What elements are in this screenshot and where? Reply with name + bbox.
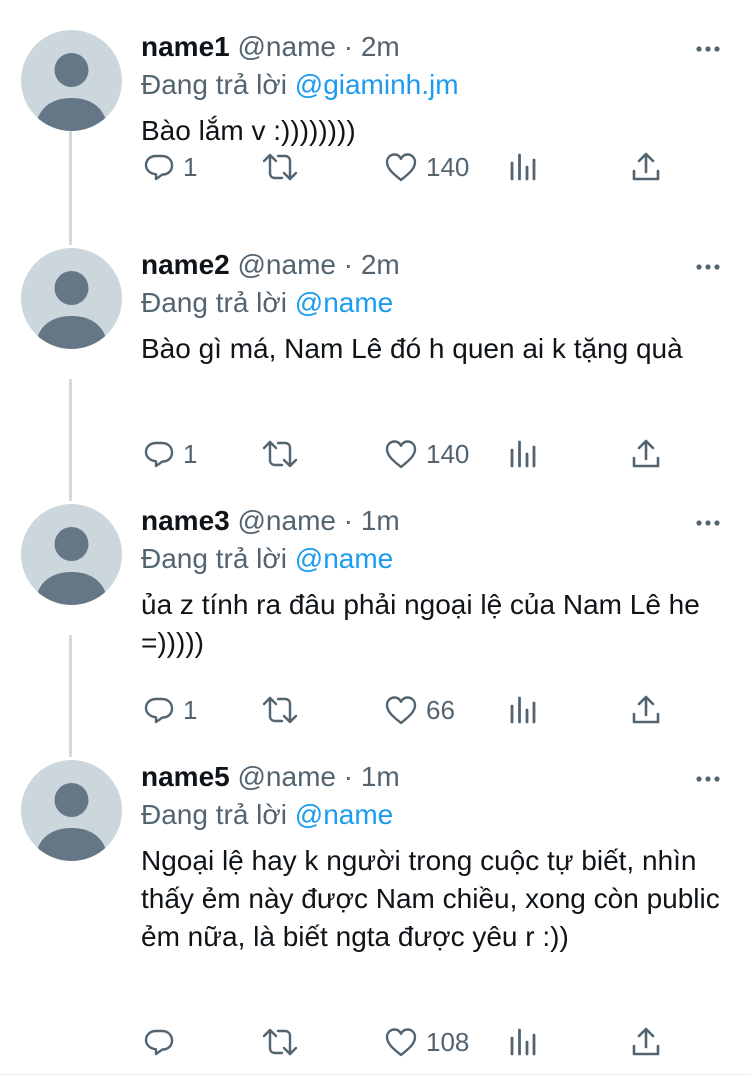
like-button[interactable]: 140	[384, 147, 469, 187]
tweet-header: name3 @name · 1m	[141, 504, 730, 540]
reply-count: 1	[183, 438, 198, 469]
like-icon	[385, 153, 417, 182]
tweet-actions: 1 66	[141, 690, 730, 730]
tweet-header: name5 @name · 1m	[141, 760, 730, 796]
tweet-actions: 1 140	[141, 147, 730, 187]
more-icon[interactable]	[696, 520, 720, 526]
reply-button[interactable]: 1	[143, 690, 197, 730]
like-icon	[385, 440, 417, 469]
retweet-icon	[262, 153, 298, 181]
like-button[interactable]: 140	[384, 434, 469, 474]
reply-context: Đang trả lời @name	[141, 286, 730, 320]
analytics-button[interactable]	[509, 434, 537, 474]
analytics-icon	[510, 153, 536, 181]
user-handle[interactable]: @name	[238, 761, 336, 792]
reply-prefix: Đang trả lời	[141, 69, 287, 100]
reply-to-link[interactable]: @name	[295, 287, 393, 318]
retweet-icon	[262, 1028, 298, 1056]
user-handle[interactable]: @name	[238, 31, 336, 62]
separator-dot: ·	[343, 31, 354, 62]
reply-prefix: Đang trả lời	[141, 799, 287, 830]
separator-dot: ·	[343, 505, 354, 536]
timestamp[interactable]: 1m	[361, 761, 400, 792]
reply-icon	[144, 1029, 174, 1056]
reply-count: 1	[183, 151, 198, 182]
display-name[interactable]: name1	[141, 31, 230, 62]
reply-to-link[interactable]: @name	[295, 543, 393, 574]
reply-button[interactable]: 1	[143, 147, 197, 187]
like-count: 140	[426, 151, 470, 182]
share-button[interactable]	[631, 1022, 661, 1062]
like-icon	[385, 696, 417, 725]
display-name[interactable]: name3	[141, 505, 230, 536]
tweet-header: name2 @name · 2m	[141, 248, 730, 284]
retweet-button[interactable]	[261, 1022, 307, 1062]
avatar[interactable]	[21, 760, 122, 861]
tweet-text: Bào gì má, Nam Lê đó h quen ai k tặng qu…	[141, 333, 683, 364]
user-handle[interactable]: @name	[238, 249, 336, 280]
like-count: 108	[426, 1026, 470, 1057]
share-icon	[632, 1027, 660, 1056]
share-button[interactable]	[631, 147, 661, 187]
reply-icon	[144, 441, 174, 468]
analytics-icon	[510, 696, 536, 724]
avatar[interactable]	[21, 248, 122, 349]
reply-prefix: Đang trả lời	[141, 543, 287, 574]
reply-button[interactable]	[143, 1022, 183, 1062]
share-icon	[632, 439, 660, 468]
separator-dot: ·	[343, 761, 354, 792]
more-icon[interactable]	[696, 776, 720, 782]
more-icon[interactable]	[696, 264, 720, 270]
avatar[interactable]	[21, 504, 122, 605]
reply-to-link[interactable]: @name	[295, 799, 393, 830]
tweet-actions: 1 140	[141, 434, 730, 474]
more-icon[interactable]	[696, 46, 720, 52]
reply-button[interactable]: 1	[143, 434, 197, 474]
reply-to-link[interactable]: @giaminh.jm	[295, 69, 459, 100]
like-count: 66	[426, 694, 455, 725]
share-icon	[632, 695, 660, 724]
user-handle[interactable]: @name	[238, 505, 336, 536]
retweet-icon	[262, 440, 298, 468]
analytics-button[interactable]	[509, 147, 537, 187]
reply-context: Đang trả lời @name	[141, 798, 730, 832]
display-name[interactable]: name2	[141, 249, 230, 280]
tweet[interactable]: name1 @name · 2m Đang trả lời @giaminh.j…	[0, 30, 750, 240]
tweet-header: name1 @name · 2m	[141, 30, 730, 66]
like-count: 140	[426, 438, 470, 469]
like-button[interactable]: 66	[384, 690, 455, 730]
like-icon	[385, 1028, 417, 1057]
tweet-text: ủa z tính ra đâu phải ngoại lệ của Nam L…	[141, 589, 700, 658]
bottom-divider	[0, 1074, 750, 1075]
reply-icon	[144, 154, 174, 181]
reply-icon	[144, 697, 174, 724]
separator-dot: ·	[343, 249, 354, 280]
analytics-button[interactable]	[509, 690, 537, 730]
analytics-button[interactable]	[509, 1022, 537, 1062]
timestamp[interactable]: 1m	[361, 505, 400, 536]
retweet-icon	[262, 696, 298, 724]
timestamp[interactable]: 2m	[361, 249, 400, 280]
share-button[interactable]	[631, 690, 661, 730]
tweet-text: Ngoại lệ hay k người trong cuộc tự biết,…	[141, 845, 720, 952]
reply-context: Đang trả lời @name	[141, 542, 730, 576]
share-button[interactable]	[631, 434, 661, 474]
tweet-actions: 108	[141, 1022, 730, 1062]
reply-count: 1	[183, 694, 198, 725]
analytics-icon	[510, 440, 536, 468]
reply-context: Đang trả lời @giaminh.jm	[141, 68, 730, 102]
tweet[interactable]: name5 @name · 1m Đang trả lời @name Ngoạ…	[0, 760, 750, 1060]
timestamp[interactable]: 2m	[361, 31, 400, 62]
display-name[interactable]: name5	[141, 761, 230, 792]
avatar[interactable]	[21, 30, 122, 131]
retweet-button[interactable]	[261, 147, 307, 187]
analytics-icon	[510, 1028, 536, 1056]
reply-prefix: Đang trả lời	[141, 287, 287, 318]
retweet-button[interactable]	[261, 434, 307, 474]
like-button[interactable]: 108	[384, 1022, 469, 1062]
share-icon	[632, 152, 660, 181]
retweet-button[interactable]	[261, 690, 307, 730]
tweet-text: Bào lắm v :))))))))	[141, 115, 356, 146]
